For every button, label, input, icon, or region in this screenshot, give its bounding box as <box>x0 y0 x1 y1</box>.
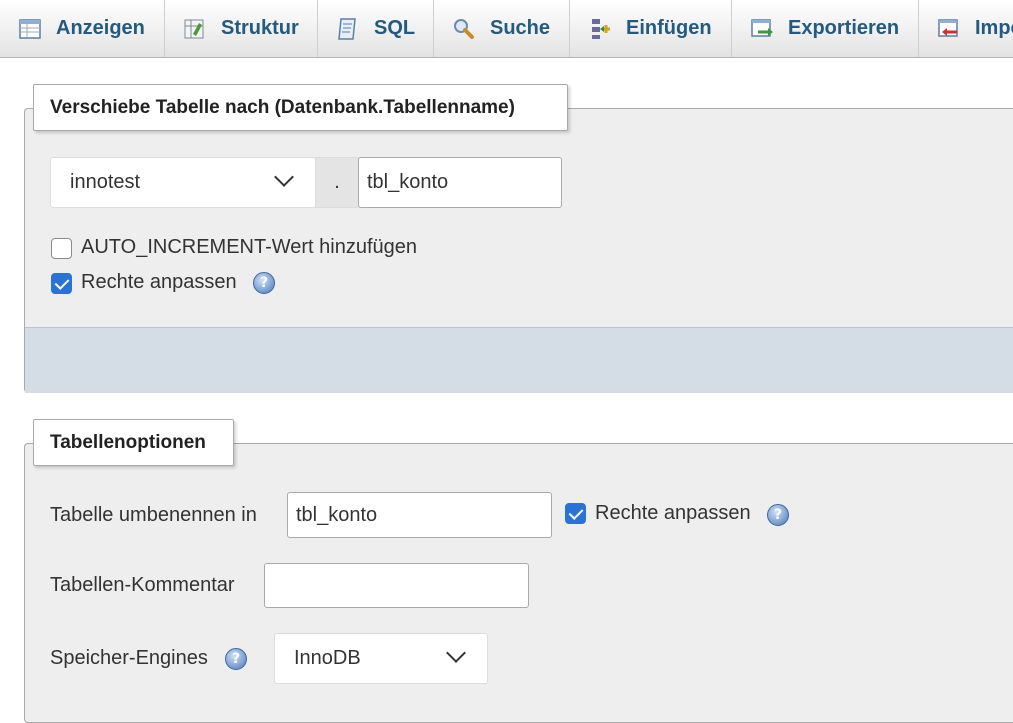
export-icon <box>750 17 774 41</box>
tab-insert[interactable]: Einfügen <box>570 0 732 57</box>
move-table-footer <box>25 327 1013 393</box>
tab-label: Suche <box>490 17 551 39</box>
chevron-down-icon <box>274 167 294 187</box>
tab-label: Einfügen <box>626 17 712 39</box>
sql-icon <box>336 17 360 41</box>
rename-table-value: tbl_konto <box>296 503 378 526</box>
table-options-legend: Tabellenoptionen <box>33 419 234 466</box>
help-icon[interactable]: ? <box>253 272 275 294</box>
import-icon <box>937 17 961 41</box>
tab-label: Importieren <box>975 17 1013 39</box>
storage-engine-value: InnoDB <box>294 647 361 669</box>
tab-browse[interactable]: Anzeigen <box>0 0 165 57</box>
rename-table-label: Tabelle umbenennen in <box>50 504 257 526</box>
auto-increment-label: AUTO_INCREMENT-Wert hinzufügen <box>81 236 418 258</box>
tab-label: Exportieren <box>788 17 900 39</box>
rename-table-input[interactable]: tbl_konto <box>287 492 552 538</box>
move-table-legend: Verschiebe Tabelle nach (Datenbank.Tabel… <box>33 84 568 131</box>
storage-engine-label: Speicher-Engines <box>50 647 208 669</box>
structure-icon <box>183 17 207 41</box>
move-adjust-privileges-label: Rechte anpassen <box>81 271 237 293</box>
tab-label: Anzeigen <box>56 17 145 39</box>
move-adjust-privileges-checkbox[interactable] <box>51 273 72 294</box>
tab-import[interactable]: Importieren <box>919 0 1013 57</box>
db-table-separator: . <box>315 157 359 208</box>
target-table-name-value: tbl_konto <box>367 171 449 193</box>
tab-structure[interactable]: Struktur <box>165 0 318 57</box>
table-comment-input[interactable] <box>264 563 529 608</box>
insert-icon <box>588 17 612 41</box>
tab-search[interactable]: Suche <box>434 0 570 57</box>
table-options-legend-text: Tabellenoptionen <box>50 431 206 453</box>
tab-sql[interactable]: SQL <box>318 0 434 57</box>
top-tab-bar: Anzeigen Struktur SQL Suche Einfügen Exp… <box>0 0 1013 58</box>
separator-text: . <box>334 171 340 193</box>
move-table-legend-text: Verschiebe Tabelle nach (Datenbank.Tabel… <box>50 96 515 118</box>
table-comment-label: Tabellen-Kommentar <box>50 574 235 596</box>
rename-adjust-privileges-checkbox[interactable] <box>565 503 586 524</box>
storage-engine-select[interactable]: InnoDB <box>274 633 488 684</box>
help-icon[interactable]: ? <box>767 504 789 526</box>
browse-table-icon <box>18 17 42 41</box>
tab-label: Struktur <box>221 17 299 39</box>
auto-increment-checkbox[interactable] <box>51 238 72 259</box>
rename-adjust-privileges-label: Rechte anpassen <box>595 502 751 524</box>
chevron-down-icon <box>446 643 466 663</box>
tab-export[interactable]: Exportieren <box>732 0 919 57</box>
database-select[interactable]: innotest <box>50 157 316 208</box>
tab-label: SQL <box>374 17 416 39</box>
target-table-name-input[interactable]: tbl_konto <box>358 157 562 208</box>
help-icon[interactable]: ? <box>225 648 247 670</box>
database-select-value: innotest <box>70 171 141 193</box>
search-icon <box>452 17 476 41</box>
